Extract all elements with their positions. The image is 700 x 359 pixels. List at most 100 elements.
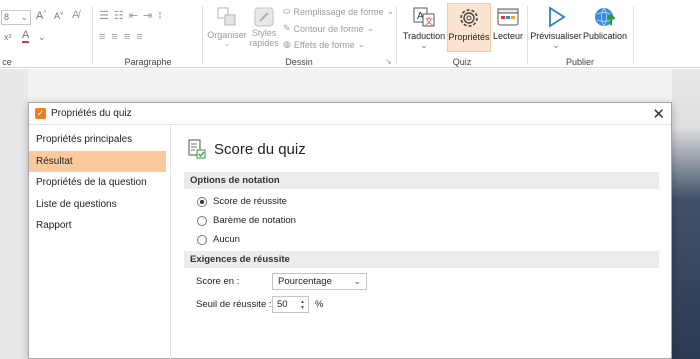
group-label-paragraph: Paragraphe [124,57,172,67]
chevron-down-icon: ⌄ [386,6,395,16]
close-icon[interactable]: ✕ [652,105,665,123]
stepper-arrows[interactable]: ▲ ▼ [300,299,305,311]
page-heading: Score du quiz [184,126,659,172]
dialog-launcher-icon[interactable]: ↘ [385,57,392,66]
grow-font-button[interactable]: A^ [36,10,46,22]
radio-label: Score de réussite [213,196,287,207]
checkbox-icon: ✓ [35,108,46,119]
shape-fill-button[interactable]: ⛀ Remplissage de forme ⌄ [283,6,394,17]
divider [633,6,634,64]
page-title: Score du quiz [214,140,306,158]
effects-icon: ◍ [283,39,291,49]
paint-bucket-icon: ⛀ [283,6,291,16]
radio-button[interactable] [197,215,207,226]
font-size-select[interactable]: 8 ⌄ [1,10,31,25]
font-color-label: A [22,29,30,41]
decrease-indent-icon[interactable]: ⇤ [129,9,138,22]
radio-none[interactable]: Aucun [184,230,659,249]
justify-icon[interactable]: ≡ [136,31,142,43]
passing-threshold-stepper[interactable]: 50 ▲ ▼ [272,296,309,313]
score-in-label: Score en : [196,276,240,287]
scoring-options-header: Options de notation [184,172,659,189]
shape-effects-label: Effets de forme [293,39,355,50]
font-size-value: 8 [4,12,10,22]
radio-label: Barème de notation [213,215,296,226]
score-in-value: Pourcentage [278,276,332,287]
organize-button[interactable]: Organiser ⌄ [206,6,248,48]
group-label-quiz: Quiz [452,57,472,67]
align-center-icon[interactable]: ≡ [111,31,117,43]
svg-text:文: 文 [425,16,433,26]
chevron-down-icon: ⌄ [38,32,46,42]
shape-outline-button[interactable]: ✎ Contour de forme ⌄ [283,23,374,34]
publish-button[interactable]: Publication [582,5,628,41]
radio-button[interactable] [197,234,207,245]
shape-outline-label: Contour de forme [293,23,364,34]
group-label-drawing: Dessin [285,57,313,67]
quick-styles-label: Styles [251,28,277,38]
align-right-icon[interactable]: ≡ [124,31,130,43]
superscript-button[interactable]: x² [4,32,12,42]
score-in-select[interactable]: Pourcentage ⌄ [272,273,367,290]
quick-styles-button[interactable]: Styles rapides [249,6,279,48]
sidebar-item-main-properties[interactable]: Propriétés principales [29,129,166,151]
gear-icon [460,9,478,27]
line-spacing-icon[interactable]: ↕ [157,9,163,22]
ribbon: 8 ⌄ A^ Av A̸ x² A ⌄ ce ☰ ☷ ⇤ ⇥ ↕ ≡ ≡ ≡ ≡ … [0,0,700,68]
passing-threshold-label: Seuil de réussite : [196,299,272,310]
chevron-down-icon[interactable]: ▼ [300,305,305,311]
properties-button[interactable]: Propriétés [447,3,491,52]
translation-icon: A文 [413,7,435,27]
shape-effects-button[interactable]: ◍ Effets de forme ⌄ [283,39,365,50]
dialog-content: Score du quiz Options de notation Score … [172,126,671,358]
sidebar-item-result[interactable]: Résultat [29,150,166,172]
player-label: Lecteur [492,31,524,41]
shrink-font-button[interactable]: Av [54,11,63,21]
chevron-down-icon: ⌄ [223,38,231,48]
dialog-title: Propriétés du quiz [51,108,132,119]
font-color-button[interactable]: A [22,29,30,43]
chevron-down-icon: ⌄ [366,23,375,33]
pencil-icon: ✎ [283,23,291,33]
radio-passing-score[interactable]: Score de réussite [184,192,659,211]
radio-button[interactable] [197,196,207,207]
chevron-down-icon: ⌄ [357,39,366,49]
percent-unit: % [315,299,324,310]
numbering-icon[interactable]: ☷ [114,9,124,22]
quick-styles-icon [254,7,274,27]
dialog-sidebar: Propriétés principales Résultat Propriét… [29,126,171,359]
divider [527,6,528,64]
radio-grading-scale[interactable]: Barème de notation [184,211,659,230]
sidebar-item-question-list[interactable]: Liste de questions [29,194,166,216]
translation-button[interactable]: A文 Traduction ⌄ [402,5,446,50]
quiz-score-icon [188,139,206,159]
passing-threshold-row: Seuil de réussite : 50 ▲ ▼ % [184,293,659,316]
chevron-down-icon: ⌄ [353,276,361,286]
group-label-font: ce [2,57,12,67]
bullets-icon[interactable]: ☰ [99,9,109,22]
play-icon [549,6,566,28]
paragraph-row-2: ≡ ≡ ≡ ≡ [99,31,143,43]
workspace-left-panel [0,69,28,359]
align-left-icon[interactable]: ≡ [99,31,105,43]
sidebar-item-report[interactable]: Rapport [29,215,166,237]
organize-icon [217,7,236,26]
publish-label: Publication [582,31,628,41]
sidebar-item-question-properties[interactable]: Propriétés de la question [29,172,166,194]
chevron-down-icon: ⌄ [420,40,428,50]
clear-format-icon[interactable]: A̸ [72,9,79,21]
player-button[interactable]: Lecteur [492,5,524,41]
chevron-down-icon: ⌄ [20,12,28,22]
divider [396,6,397,64]
workspace-right-panel [672,69,700,359]
dialog-titlebar: ✓ Propriétés du quiz ✕ [29,103,671,125]
quick-styles-label-2: rapides [249,38,279,48]
divider [92,6,93,64]
score-in-row: Score en : Pourcentage ⌄ [184,270,659,293]
group-label-publish: Publier [565,57,594,67]
paragraph-row-1: ☰ ☷ ⇤ ⇥ ↕ [99,9,163,22]
preview-button[interactable]: Prévisualiser ⌄ [530,5,582,50]
passing-threshold-value: 50 [277,299,288,310]
increase-indent-icon[interactable]: ⇥ [143,9,152,22]
divider [202,6,203,64]
